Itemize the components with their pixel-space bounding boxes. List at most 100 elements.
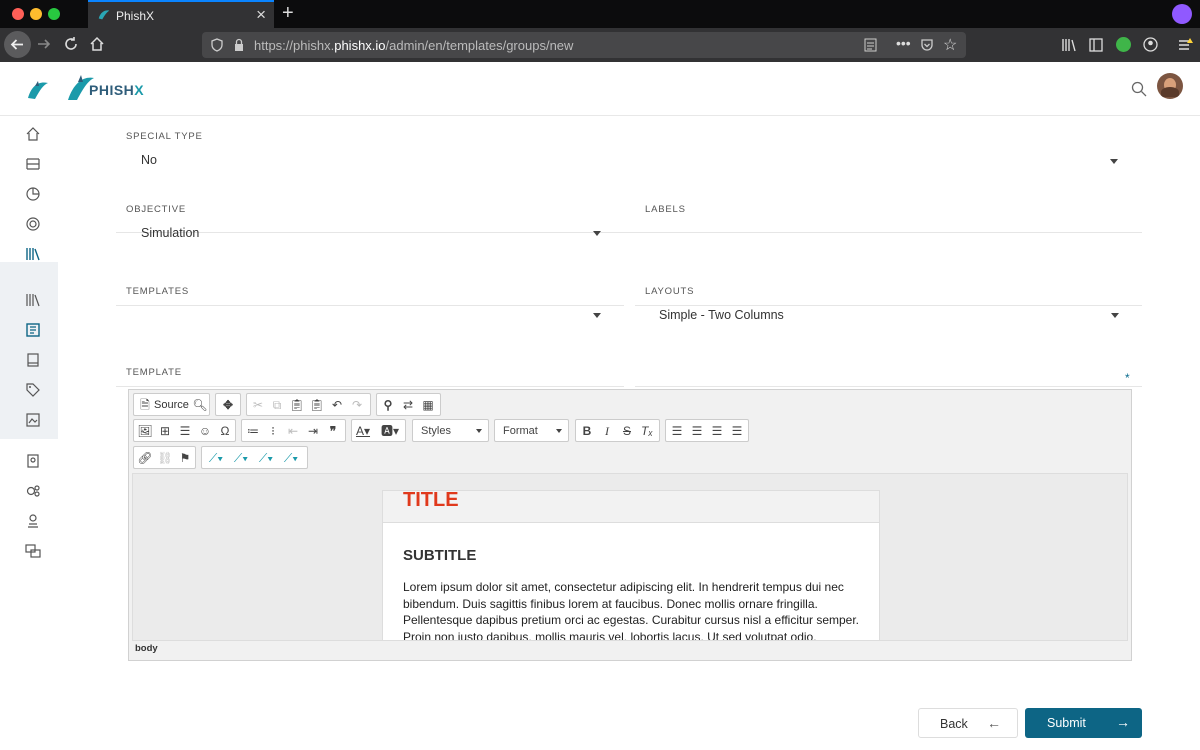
home-icon[interactable] <box>89 36 105 52</box>
phishx-favicon-icon <box>98 10 110 20</box>
styles-dropdown[interactable]: Styles <box>412 419 489 442</box>
url-text: https://phishx.phishx.io/admin/en/templa… <box>254 38 574 53</box>
objective-select[interactable]: Simulation <box>116 220 624 254</box>
reader-view-icon[interactable] <box>864 38 877 52</box>
smiley-icon[interactable]: ☺ <box>197 423 213 439</box>
new-tab-icon[interactable]: + <box>282 2 294 25</box>
align-center-icon[interactable]: ☰ <box>689 423 705 439</box>
user-icon[interactable] <box>25 513 41 529</box>
pie-chart-icon[interactable] <box>25 186 41 202</box>
bold-icon[interactable]: B <box>579 423 595 439</box>
justify-icon[interactable]: ☰ <box>729 423 745 439</box>
layouts-select[interactable]: Simple - Two Columns <box>635 302 1142 336</box>
align-right-icon[interactable]: ☰ <box>709 423 725 439</box>
library-books-icon[interactable] <box>25 246 41 262</box>
blockquote-icon[interactable]: ❞ <box>325 423 341 439</box>
close-tab-icon[interactable]: × <box>256 5 266 25</box>
table-icon[interactable]: ⊞ <box>157 423 173 439</box>
element-path[interactable]: body <box>135 643 158 654</box>
italic-icon[interactable]: I <box>599 423 615 439</box>
menu-icon[interactable] <box>1177 37 1193 53</box>
tags-icon[interactable] <box>25 382 41 398</box>
maximize-icon[interactable]: ✥ <box>220 397 236 413</box>
bulleted-list-icon[interactable]: ⁝ <box>265 423 281 439</box>
remove-format-icon[interactable]: Tₓ <box>639 423 655 439</box>
paste-icon[interactable]: 📋︎ <box>289 397 305 413</box>
extension-check-icon[interactable] <box>1116 37 1131 52</box>
find-icon[interactable]: ⚲ <box>380 397 396 413</box>
back-nav-button[interactable] <box>4 31 31 58</box>
contact-card-icon[interactable] <box>25 453 41 469</box>
lock-icon <box>235 38 243 51</box>
outdent-icon[interactable]: ⇤ <box>285 423 301 439</box>
redo-icon[interactable]: ↷ <box>349 397 365 413</box>
select-all-icon[interactable]: ▦ <box>420 397 436 413</box>
browser-tab[interactable]: PhishX × <box>88 0 274 28</box>
image-frame-icon[interactable] <box>25 412 41 428</box>
settings-gears-icon[interactable] <box>25 483 41 499</box>
format-dropdown[interactable]: Format <box>494 419 569 442</box>
target-icon[interactable] <box>25 216 41 232</box>
submit-button[interactable]: Submit → <box>1025 708 1142 738</box>
background-color-icon[interactable]: 🅰▾ <box>381 423 399 439</box>
toolbar-group-phishx: ⟋▾ ⟋▾ ⟋▾ ⟋▾ <box>201 446 308 469</box>
indent-icon[interactable]: ⇥ <box>305 423 321 439</box>
app: PHISHX SPECIAL TYPE No OBJECTIVE Simulat… <box>0 62 1200 750</box>
library-icon[interactable] <box>1061 38 1077 52</box>
logo-text[interactable]: PHISHX <box>89 82 144 98</box>
source-button[interactable]: Source <box>154 399 189 411</box>
align-left-icon[interactable]: ☰ <box>669 423 685 439</box>
pocket-icon[interactable] <box>920 38 934 52</box>
strike-icon[interactable]: S <box>619 423 635 439</box>
reload-icon[interactable] <box>63 36 79 52</box>
layouts-value: Simple - Two Columns <box>659 308 784 322</box>
avatar[interactable] <box>1157 73 1183 99</box>
url-bar[interactable]: https://phishx.phishx.io/admin/en/templa… <box>202 32 966 58</box>
link-icon[interactable]: 🔗︎ <box>137 450 153 466</box>
home-icon[interactable] <box>25 126 41 142</box>
phishx-plugin-2-icon[interactable]: ⟋▾ <box>230 450 252 466</box>
replace-icon[interactable]: ⇄ <box>400 397 416 413</box>
preview-icon[interactable]: 🔍︎ <box>192 397 208 413</box>
page-actions-icon[interactable]: ••• <box>896 35 911 51</box>
library-icon[interactable] <box>25 292 41 308</box>
close-window-button[interactable] <box>12 8 24 20</box>
templates-select[interactable] <box>116 302 624 336</box>
paste-text-icon[interactable]: 📋︎ <box>309 397 325 413</box>
search-icon[interactable] <box>1131 81 1147 97</box>
account-icon[interactable] <box>1143 37 1158 52</box>
cut-icon[interactable]: ✂ <box>250 397 266 413</box>
chevron-down-icon <box>476 429 482 433</box>
list-icon[interactable] <box>25 156 41 172</box>
image-icon[interactable]: 🖼︎ <box>137 423 153 439</box>
back-button[interactable]: Back ← <box>918 708 1018 738</box>
rich-text-editor: 🗎 Source 🔍︎ ✥ ✂ ⧉ 📋︎ 📋︎ ↶ ↷ ⚲ ⇄ ▦ 🖼︎ ⊞ ☰… <box>128 389 1132 661</box>
sidebar-toggle-icon[interactable] <box>1089 38 1103 52</box>
unlink-icon[interactable]: ⛓ <box>157 450 173 466</box>
template-icon[interactable] <box>25 322 41 338</box>
book-icon[interactable] <box>25 352 41 368</box>
anchor-flag-icon[interactable]: ⚑ <box>177 450 193 466</box>
editor-content-area[interactable]: TITLE SUBTITLE Lorem ipsum dolor sit ame… <box>132 473 1128 641</box>
numbered-list-icon[interactable]: ≔ <box>245 423 261 439</box>
undo-icon[interactable]: ↶ <box>329 397 345 413</box>
phishx-plugin-3-icon[interactable]: ⟋▾ <box>255 450 277 466</box>
phishx-plugin-4-icon[interactable]: ⟋▾ <box>280 450 302 466</box>
forward-icon[interactable] <box>36 36 52 52</box>
horizontal-line-icon[interactable]: ☰ <box>177 423 193 439</box>
copy-icon[interactable]: ⧉ <box>269 397 285 413</box>
arrow-left-icon: ← <box>987 715 1001 731</box>
arrow-left-icon <box>10 39 23 50</box>
phishx-plugin-1-icon[interactable]: ⟋▾ <box>205 450 227 466</box>
maximize-window-button[interactable] <box>48 8 60 20</box>
source-icon[interactable]: 🗎 <box>137 397 153 413</box>
special-type-select[interactable]: No <box>116 146 1142 180</box>
special-char-icon[interactable]: Ω <box>217 423 233 439</box>
minimize-window-button[interactable] <box>30 8 42 20</box>
bookmark-star-icon[interactable]: ☆ <box>943 35 957 55</box>
labels-input[interactable] <box>635 220 1142 254</box>
toolbar-group-basic: B I S Tₓ <box>575 419 660 442</box>
phishx-icon[interactable] <box>26 78 50 102</box>
text-color-icon[interactable]: A▾ <box>355 423 371 439</box>
chat-icon[interactable] <box>25 543 41 559</box>
